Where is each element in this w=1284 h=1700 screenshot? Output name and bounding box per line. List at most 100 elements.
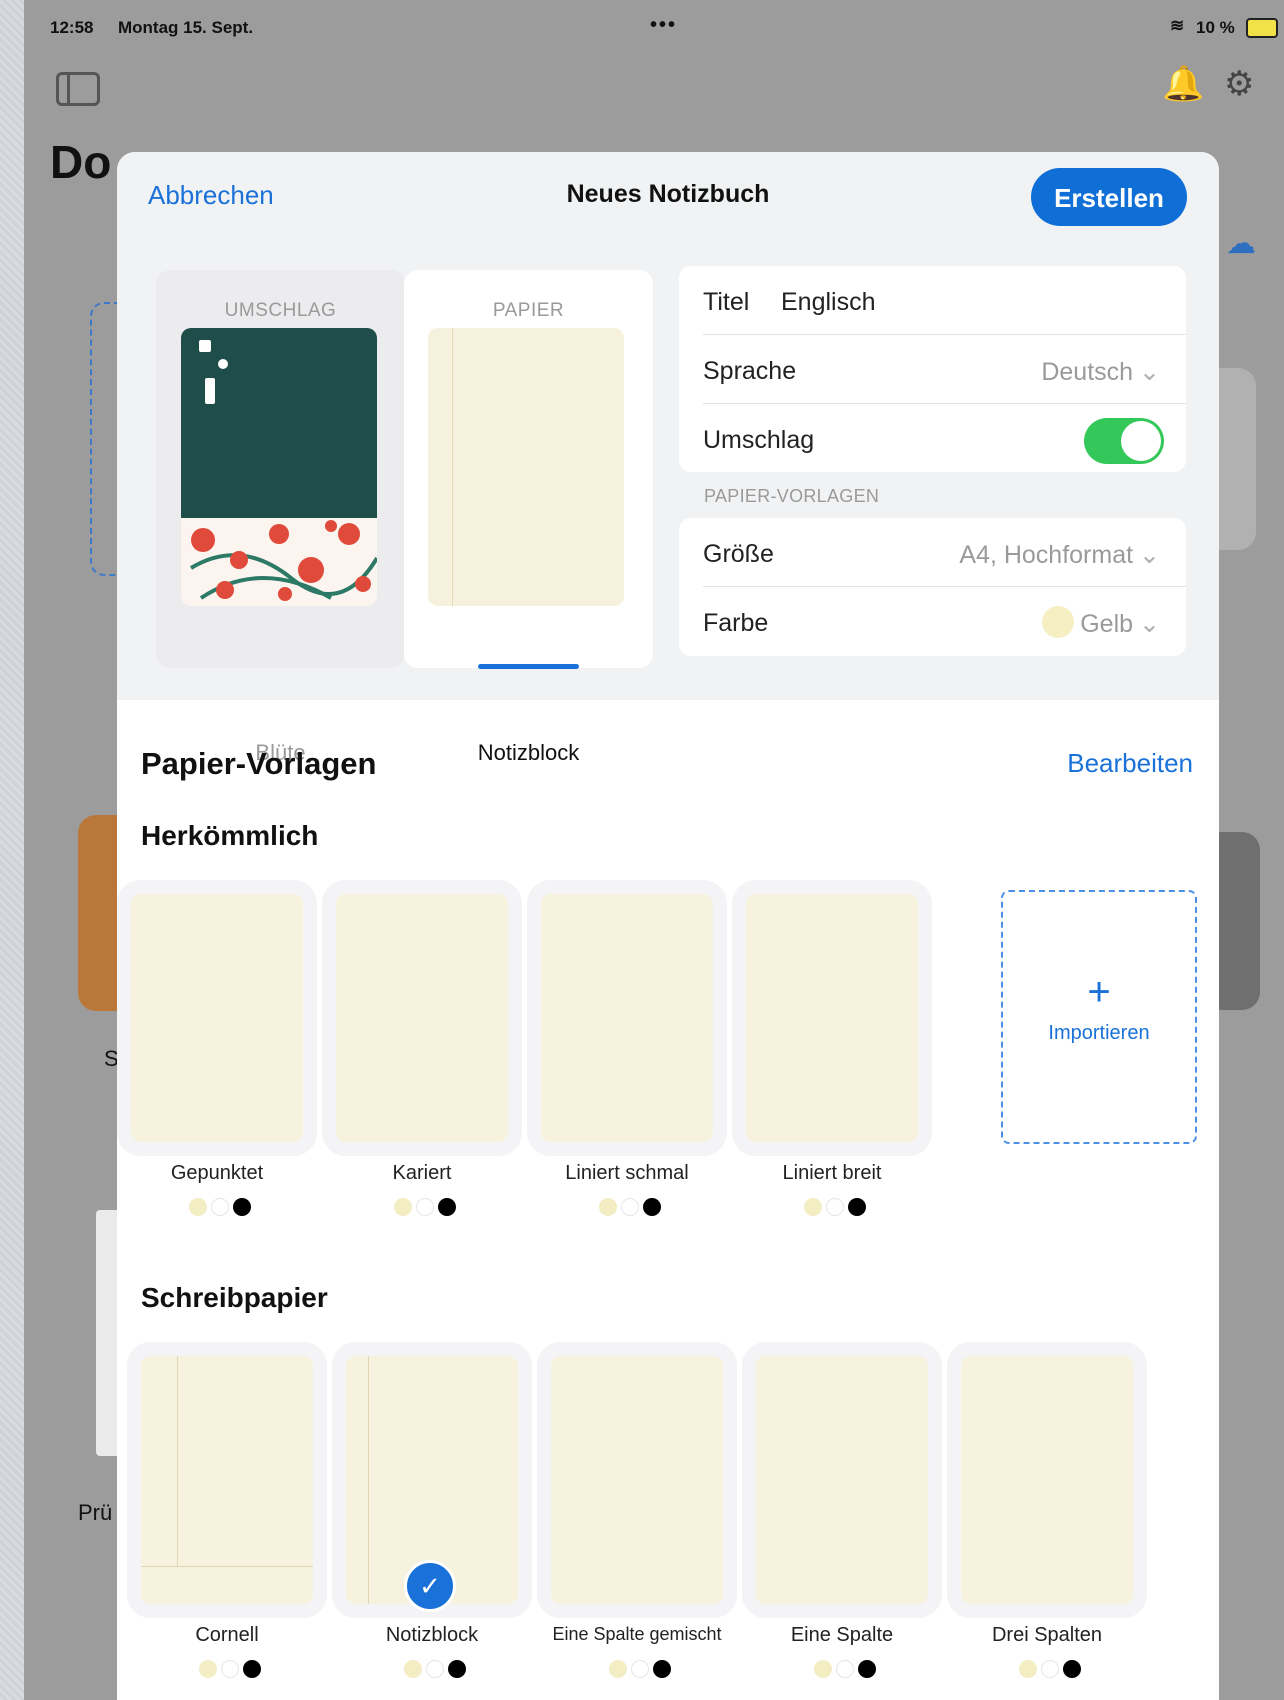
chevron-down-icon: ⌄ [1139, 541, 1160, 569]
chevron-down-icon: ⌄ [1139, 358, 1160, 386]
template-name: Cornell [195, 1624, 259, 1646]
template-name: Drei Spalten [991, 1624, 1103, 1646]
template-name: Liniert schmal [565, 1162, 689, 1184]
color-dot-white[interactable] [826, 1198, 844, 1216]
cover-toggle-row: Umschlag [679, 404, 1186, 472]
status-date: Montag 15. Sept. [118, 18, 254, 37]
cover-toggle[interactable] [1084, 418, 1164, 464]
template-name: Liniert breit [782, 1162, 882, 1184]
language-row[interactable]: Sprache Deutsch ⌄ [679, 335, 1186, 403]
cover-label: UMSCHLAG [224, 300, 337, 321]
color-key: Farbe [703, 609, 769, 637]
title-row[interactable]: Titel Englisch [679, 266, 1186, 334]
color-dot-yellow[interactable] [404, 1660, 422, 1678]
color-options[interactable] [1019, 1660, 1089, 1682]
cover-preview [181, 328, 377, 606]
toggle-knob [1121, 421, 1161, 461]
language-value-text: Deutsch [1041, 358, 1134, 386]
conventional-heading: Herkömmlich [141, 820, 319, 851]
size-row[interactable]: Größe A4, Hochformat ⌄ [679, 518, 1186, 586]
color-dot-white[interactable] [221, 1660, 239, 1678]
color-dot-white[interactable] [1041, 1660, 1059, 1678]
paper-settings: Größe A4, Hochformat ⌄ Farbe Gelb ⌄ [679, 518, 1186, 656]
size-key: Größe [703, 540, 774, 568]
color-row[interactable]: Farbe Gelb ⌄ [679, 587, 1186, 655]
color-options[interactable] [189, 1198, 259, 1220]
paper-templates-caption: PAPIER-VORLAGEN [704, 486, 880, 506]
paper-preview [428, 328, 624, 606]
color-dot-yellow[interactable] [199, 1660, 217, 1678]
color-options[interactable] [814, 1660, 884, 1682]
title-key: Titel [703, 288, 750, 316]
color-options[interactable] [804, 1198, 874, 1220]
paper-label: PAPIER [492, 300, 565, 321]
color-dot-black[interactable] [438, 1198, 456, 1216]
sidebar-toggle-icon[interactable] [56, 72, 100, 106]
multitasking-dots[interactable]: ••• [650, 14, 677, 37]
color-dot-yellow[interactable] [814, 1660, 832, 1678]
color-dot-black[interactable] [1063, 1660, 1081, 1678]
color-dot-yellow[interactable] [804, 1198, 822, 1216]
templates-heading: Papier-Vorlagen [141, 746, 377, 781]
color-dot-black[interactable] [448, 1660, 466, 1678]
color-dot-yellow[interactable] [394, 1198, 412, 1216]
writing-paper-heading: Schreibpapier [141, 1282, 328, 1313]
battery-percent: 10 % [1196, 18, 1235, 37]
selected-checkmark-icon: ✓ [404, 1560, 456, 1612]
cloud-sync-icon[interactable]: ☁ [1226, 226, 1256, 261]
template-preview [131, 894, 303, 1142]
color-options[interactable] [609, 1660, 679, 1682]
color-dot-black[interactable] [643, 1198, 661, 1216]
color-dot-black[interactable] [243, 1660, 261, 1678]
color-options[interactable] [404, 1660, 474, 1682]
template-preview [756, 1356, 928, 1604]
edit-templates-button[interactable]: Bearbeiten [1067, 748, 1193, 779]
color-dot-yellow[interactable] [1019, 1660, 1037, 1678]
template-preview [336, 894, 508, 1142]
color-dot-white[interactable] [416, 1198, 434, 1216]
color-dot-white[interactable] [621, 1198, 639, 1216]
color-dot-black[interactable] [653, 1660, 671, 1678]
language-key: Sprache [703, 357, 797, 385]
status-time: 12:58 [50, 18, 94, 37]
color-dot-white[interactable] [631, 1660, 649, 1678]
color-options[interactable] [599, 1198, 669, 1220]
color-dot-white[interactable] [211, 1198, 229, 1216]
size-value-text: A4, Hochformat [959, 541, 1134, 569]
title-field[interactable]: Englisch [781, 288, 876, 317]
wifi-icon: ≋ [1170, 16, 1185, 35]
color-swatch [1042, 606, 1075, 639]
template-name: Kariert [392, 1162, 452, 1184]
create-button[interactable]: Erstellen [1031, 168, 1187, 226]
import-label: Importieren [1048, 1022, 1150, 1044]
new-notebook-sheet: Abbrechen Neues Notizbuch Erstellen UMSC… [117, 152, 1219, 1700]
color-options[interactable] [199, 1660, 269, 1682]
color-dot-yellow[interactable] [189, 1198, 207, 1216]
cover-toggle-key: Umschlag [703, 426, 815, 454]
gear-icon[interactable]: ⚙ [1224, 64, 1254, 104]
status-bar: 12:58 Montag 15. Sept. ••• ≋ 10 % [24, 0, 1284, 52]
template-preview [551, 1356, 723, 1604]
color-dot-white[interactable] [836, 1660, 854, 1678]
template-preview [961, 1356, 1133, 1604]
paper-name: Notizblock [477, 740, 580, 765]
template-preview [541, 894, 713, 1142]
color-dot-white[interactable] [426, 1660, 444, 1678]
bell-icon[interactable]: 🔔 [1162, 64, 1204, 104]
language-value[interactable]: Deutsch ⌄ [1041, 357, 1160, 387]
color-dot-black[interactable] [233, 1198, 251, 1216]
battery-icon [1246, 18, 1278, 38]
size-value[interactable]: A4, Hochformat ⌄ [959, 540, 1160, 570]
color-dot-black[interactable] [848, 1198, 866, 1216]
color-options[interactable] [394, 1198, 464, 1220]
template-name: Notizblock [385, 1624, 479, 1646]
import-template-button[interactable]: + Importieren [1001, 890, 1197, 1144]
color-dot-black[interactable] [858, 1660, 876, 1678]
color-dot-yellow[interactable] [609, 1660, 627, 1678]
color-dot-yellow[interactable] [599, 1198, 617, 1216]
color-value[interactable]: Gelb ⌄ [1042, 606, 1160, 639]
chevron-down-icon: ⌄ [1139, 610, 1160, 638]
background-label-pru: Prü [78, 1500, 113, 1525]
template-name: Gepunktet [170, 1162, 264, 1184]
color-value-text: Gelb [1080, 610, 1134, 638]
